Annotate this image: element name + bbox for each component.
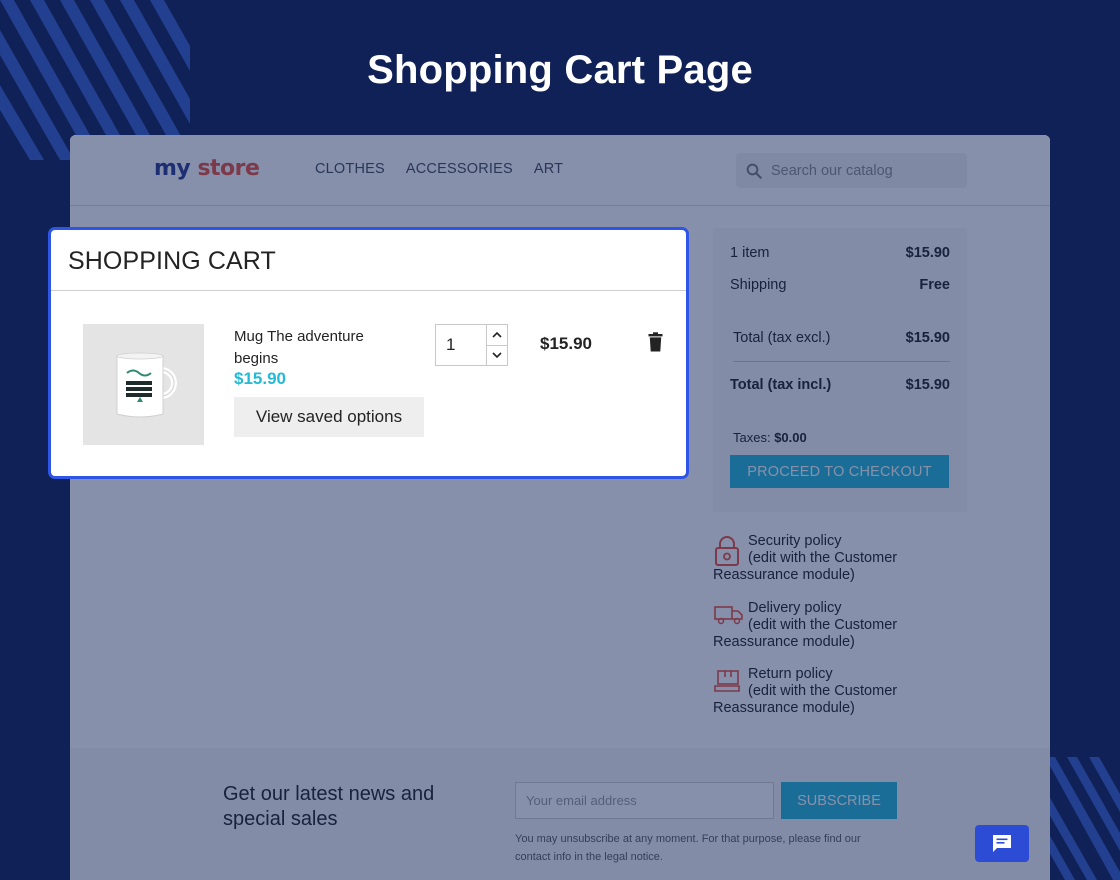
newsletter-text: Get our latest news and special sales [223,783,435,830]
decorative-stripes-bottom-right [1045,757,1120,880]
summary-items-value: $15.90 [905,245,950,261]
reassurance-security-sub: (edit with the Customer Reassurance modu… [713,550,913,584]
summary-shipping-value: Free [919,277,950,293]
cart-divider [51,290,686,291]
cart-title: SHOPPING CART [68,247,276,275]
chevron-down-icon [492,352,502,358]
summary-items-label: 1 item [730,245,770,261]
newsletter-email-input[interactable] [515,782,774,819]
main-nav: CLOTHES ACCESSORIES ART [315,161,563,177]
reassurance-delivery: Delivery policy (edit with the Customer … [713,600,913,651]
quantity-input[interactable]: 1 [436,325,486,365]
search-box [736,153,967,188]
store-logo[interactable]: my store [154,156,260,181]
nav-item-clothes[interactable]: CLOTHES [315,161,385,177]
quantity-increase-button[interactable] [487,325,507,346]
summary-divider [733,361,950,362]
quantity-buttons [486,325,507,365]
logo-text-my: my [154,156,191,181]
proceed-to-checkout-button[interactable]: PROCEED TO CHECKOUT [730,455,949,488]
logo-text-store: store [197,156,260,181]
summary-shipping-row: Shipping Free [730,277,950,293]
reassurance-return-sub: (edit with the Customer Reassurance modu… [713,683,913,717]
cart-summary: 1 item $15.90 Shipping Free Total (tax e… [713,228,967,512]
summary-total-incl-label: Total (tax incl.) [730,377,832,393]
return-box-icon [714,670,740,692]
reassurance-return-title: Return policy [748,666,833,682]
summary-total-excl-value: $15.90 [905,330,950,346]
nav-item-accessories[interactable]: ACCESSORIES [406,161,513,177]
summary-taxes: Taxes: $0.00 [733,430,807,445]
product-price: $15.90 [234,369,286,388]
reassurance-return: Return policy (edit with the Customer Re… [713,666,913,717]
view-saved-options-button[interactable]: View saved options [234,397,424,437]
subscribe-button[interactable]: SUBSCRIBE [781,782,897,819]
quantity-stepper: 1 [435,324,508,366]
summary-items-row: 1 item $15.90 [730,245,950,261]
trash-icon[interactable] [648,332,663,352]
chat-button[interactable] [975,825,1029,862]
product-image[interactable] [83,324,204,445]
lock-icon [715,536,739,566]
reassurance-security-title: Security policy [748,533,842,549]
truck-icon [714,606,743,625]
mug-image [116,352,177,417]
chevron-up-icon [492,332,502,338]
shopping-cart-card: SHOPPING CART Mug The adventure begins $… [48,227,689,479]
reassurance-security: Security policy (edit with the Customer … [713,533,913,584]
summary-total-incl-value: $15.90 [905,377,950,393]
chat-icon [993,835,1011,852]
search-input[interactable] [771,162,961,179]
summary-shipping-label: Shipping [730,277,787,293]
store-header: my store CLOTHES ACCESSORIES ART [70,135,1050,206]
quantity-decrease-button[interactable] [487,346,507,366]
summary-total-excl-label: Total (tax excl.) [733,330,831,346]
newsletter-footer: Get our latest news and special sales SU… [70,748,1050,880]
page-title: Shopping Cart Page [367,48,753,92]
summary-taxes-label: Taxes: [733,430,771,445]
search-icon [746,163,762,179]
summary-total-excl-row: Total (tax excl.) $15.90 [733,330,950,346]
summary-total-incl-row: Total (tax incl.) $15.90 [730,377,950,393]
newsletter-legal-notice: You may unsubscribe at any moment. For t… [515,833,861,863]
nav-item-art[interactable]: ART [534,161,563,177]
line-total: $15.90 [540,334,592,353]
summary-taxes-value: $0.00 [774,430,807,445]
product-name[interactable]: Mug The adventure begins [234,326,394,370]
